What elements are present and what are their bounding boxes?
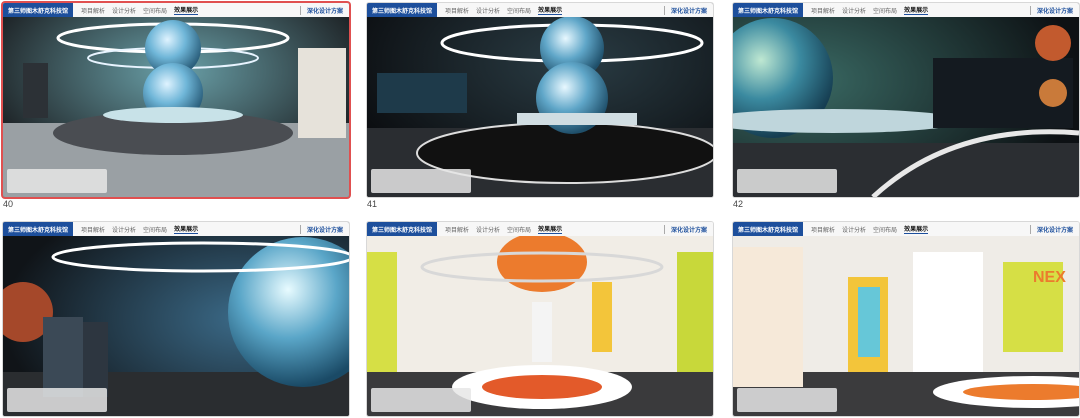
nav-item: 空间布局 [507, 8, 532, 15]
footer-logo-strip [737, 169, 837, 193]
header-nav: 项目解析 设计分析 空间布局 效果展示 [437, 224, 563, 234]
render-image [733, 3, 1079, 197]
slide-thumbnail-42[interactable]: 第三师图木舒克科技馆 项目解析 设计分析 空间布局 效果展示 深化设计方案 [733, 3, 1079, 197]
slide-header: 第三师图木舒克科技馆 项目解析 设计分析 空间布局 效果展示 深化设计方案 [367, 3, 713, 17]
header-nav: 项目解析 设计分析 空间布局 效果展示 [437, 5, 563, 15]
slide-thumbnail[interactable]: 第三师图木舒克科技馆 项目解析 设计分析 空间布局 效果展示 深化设计方案 [367, 222, 713, 416]
scheme-label: 深化设计方案 [1029, 5, 1079, 15]
nav-item: 空间布局 [873, 8, 898, 15]
slide-number: 42 [733, 199, 744, 209]
nav-item-active: 效果展示 [174, 224, 199, 234]
nav-item-active: 效果展示 [538, 5, 563, 15]
scheme-label: 深化设计方案 [663, 5, 713, 15]
nav-item: 空间布局 [873, 227, 898, 234]
header-nav: 项目解析 设计分析 空间布局 效果展示 [803, 5, 929, 15]
scheme-label: 深化设计方案 [299, 5, 349, 15]
nav-item: 设计分析 [112, 8, 137, 15]
footer-logo-strip [371, 388, 471, 412]
slide-thumbnail-40[interactable]: 第三师图木舒克科技馆 项目解析 设计分析 空间布局 效果展示 深化设计方案 [3, 3, 349, 197]
render-image [367, 222, 713, 416]
nav-item: 设计分析 [476, 8, 501, 15]
slide-header: 第三师图木舒克科技馆 项目解析 设计分析 空间布局 效果展示 深化设计方案 [3, 3, 349, 17]
slide-thumbnail-41[interactable]: 第三师图木舒克科技馆 项目解析 设计分析 空间布局 效果展示 深化设计方案 [367, 3, 713, 197]
nav-item-active: 效果展示 [538, 224, 563, 234]
nav-item: 设计分析 [112, 227, 137, 234]
brand-label: 第三师图木舒克科技馆 [733, 3, 804, 17]
nav-item: 空间布局 [507, 227, 532, 234]
render-image [3, 222, 349, 416]
slide-thumbnail[interactable]: 第三师图木舒克科技馆 项目解析 设计分析 空间布局 效果展示 深化设计方案 [3, 222, 349, 416]
nav-item-active: 效果展示 [174, 5, 199, 15]
footer-logo-strip [371, 169, 471, 193]
footer-logo-strip [7, 169, 107, 193]
header-nav: 项目解析 设计分析 空间布局 效果展示 [73, 224, 199, 234]
nav-item: 项目解析 [445, 227, 470, 234]
nav-item-active: 效果展示 [904, 5, 929, 15]
slide-number: 40 [3, 199, 14, 209]
svg-text:NEX: NEX [1033, 269, 1066, 286]
brand-label: 第三师图木舒克科技馆 [3, 222, 74, 236]
slide-thumbnail[interactable]: NEX 第三师图木舒克科技馆 项目解析 设计分析 空间布局 效果展示 深化设计方… [733, 222, 1079, 416]
nav-item: 项目解析 [81, 227, 106, 234]
slide-header: 第三师图木舒克科技馆 项目解析 设计分析 空间布局 效果展示 深化设计方案 [367, 222, 713, 236]
scheme-label: 深化设计方案 [1029, 224, 1079, 234]
nav-item: 设计分析 [842, 227, 867, 234]
nav-item: 项目解析 [811, 8, 836, 15]
brand-label: 第三师图木舒克科技馆 [3, 3, 74, 17]
brand-label: 第三师图木舒克科技馆 [733, 222, 804, 236]
scheme-label: 深化设计方案 [299, 224, 349, 234]
slide-header: 第三师图木舒克科技馆 项目解析 设计分析 空间布局 效果展示 深化设计方案 [733, 222, 1079, 236]
nav-item: 项目解析 [81, 8, 106, 15]
nav-item: 设计分析 [476, 227, 501, 234]
render-image: NEX [733, 222, 1079, 416]
nav-item: 项目解析 [811, 227, 836, 234]
brand-label: 第三师图木舒克科技馆 [367, 3, 438, 17]
nav-item: 空间布局 [143, 227, 168, 234]
nav-item: 设计分析 [842, 8, 867, 15]
render-image [3, 3, 349, 197]
nav-item: 空间布局 [143, 8, 168, 15]
nav-item-active: 效果展示 [904, 224, 929, 234]
nav-item: 项目解析 [445, 8, 470, 15]
brand-label: 第三师图木舒克科技馆 [367, 222, 438, 236]
header-nav: 项目解析 设计分析 空间布局 效果展示 [73, 5, 199, 15]
slide-header: 第三师图木舒克科技馆 项目解析 设计分析 空间布局 效果展示 深化设计方案 [733, 3, 1079, 17]
slide-number: 41 [367, 199, 378, 209]
render-image [367, 3, 713, 197]
footer-logo-strip [737, 388, 837, 412]
slide-header: 第三师图木舒克科技馆 项目解析 设计分析 空间布局 效果展示 深化设计方案 [3, 222, 349, 236]
scheme-label: 深化设计方案 [663, 224, 713, 234]
footer-logo-strip [7, 388, 107, 412]
header-nav: 项目解析 设计分析 空间布局 效果展示 [803, 224, 929, 234]
